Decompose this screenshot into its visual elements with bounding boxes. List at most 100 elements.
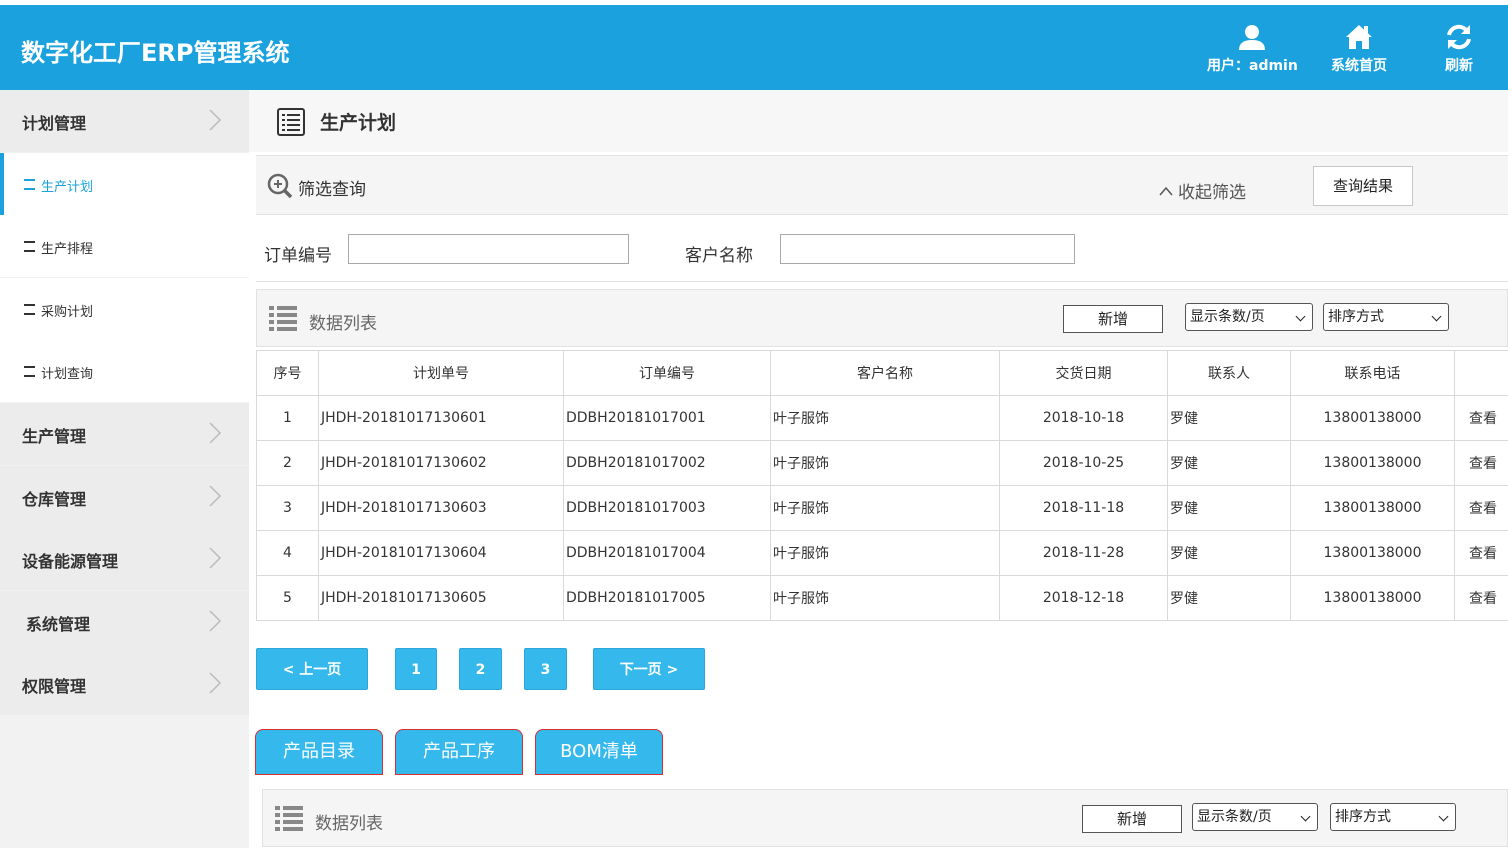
chevron-down-icon: [1300, 811, 1311, 822]
sidebar-item-plan-query[interactable]: 计划查询: [0, 340, 249, 402]
chevron-down-icon: [1295, 311, 1306, 322]
cell-customer: 叶子服饰: [770, 485, 1000, 531]
chevron-right-icon: [209, 485, 222, 507]
filter-title: 筛选查询: [298, 180, 366, 200]
customer-name-label: 客户名称: [685, 246, 753, 266]
sidebar-group-label: 仓库管理: [22, 490, 87, 509]
user-icon: [1239, 25, 1266, 50]
app-header: 数字化工厂ERP管理系统 用户：admin 系统首页 刷新: [0, 5, 1508, 90]
data-list-bar-2: 数据列表 新增 显示条数/页 排序方式: [262, 789, 1508, 847]
cell-order-no: DDBH20181017001: [563, 395, 771, 441]
refresh-icon: [1447, 24, 1471, 50]
tab-product-process[interactable]: 产品工序: [395, 729, 523, 775]
sidebar-item-production-schedule[interactable]: 生产排程: [0, 215, 249, 277]
sidebar-group-label: 系统管理: [26, 615, 91, 634]
sidebar-group-permission[interactable]: 权限管理: [0, 653, 249, 715]
cell-customer: 叶子服饰: [770, 395, 1000, 441]
column-header: [1454, 350, 1508, 396]
home-button[interactable]: 系统首页: [1331, 23, 1387, 75]
add-button[interactable]: 新增: [1063, 305, 1163, 333]
chevron-right-icon: [209, 422, 222, 444]
column-header: 联系电话: [1290, 350, 1455, 396]
zoom-in-icon: [267, 173, 293, 199]
sidebar-group-production[interactable]: 生产管理: [0, 403, 249, 465]
cell-phone: 13800138000: [1290, 485, 1455, 531]
tab-bom-list[interactable]: BOM清单: [535, 729, 663, 775]
sidebar-item-production-plan[interactable]: 生产计划: [0, 153, 249, 215]
collapse-filter-toggle[interactable]: 收起筛选: [1159, 178, 1246, 203]
customer-name-input[interactable]: [780, 234, 1075, 264]
prev-page-button[interactable]: < 上一页: [256, 648, 368, 690]
table-row: 4 JHDH-20181017130604 DDBH20181017004 叶子…: [256, 530, 1508, 576]
cell-contact: 罗健: [1167, 485, 1291, 531]
sidebar-item-purchase-plan[interactable]: 采购计划: [0, 278, 249, 340]
tab-product-catalog[interactable]: 产品目录: [255, 729, 383, 775]
production-plan-table: 序号 计划单号 订单编号 客户名称 交货日期 联系人 联系电话 1 JHDH-2…: [256, 350, 1508, 621]
page-2-button[interactable]: 2: [459, 648, 502, 690]
sort-select-value: 排序方式: [1335, 809, 1391, 825]
chevron-down-icon: [1431, 311, 1442, 322]
view-link[interactable]: 查看: [1454, 530, 1508, 576]
view-link[interactable]: 查看: [1454, 485, 1508, 531]
add-button[interactable]: 新增: [1082, 805, 1182, 833]
page-size-select-value: 显示条数/页: [1197, 809, 1272, 825]
table-header-row: 序号 计划单号 订单编号 客户名称 交货日期 联系人 联系电话: [256, 350, 1508, 396]
cell-no: 2: [256, 440, 319, 486]
sidebar-group-equipment-energy[interactable]: 设备能源管理: [0, 528, 249, 590]
page-header: 生产计划: [249, 90, 1508, 152]
sort-select[interactable]: 排序方式: [1323, 303, 1449, 331]
cell-delivery-date: 2018-10-18: [999, 395, 1168, 441]
cell-customer: 叶子服饰: [770, 440, 1000, 486]
column-header: 联系人: [1167, 350, 1291, 396]
sidebar-group-system[interactable]: 系统管理: [0, 591, 249, 653]
sidebar-group-label: 权限管理: [22, 677, 87, 696]
page-size-select[interactable]: 显示条数/页: [1192, 803, 1318, 831]
order-no-label: 订单编号: [264, 246, 332, 266]
next-page-button[interactable]: 下一页 >: [593, 648, 705, 690]
page-size-select[interactable]: 显示条数/页: [1185, 303, 1313, 331]
table-row: 3 JHDH-20181017130603 DDBH20181017003 叶子…: [256, 485, 1508, 531]
cell-customer: 叶子服饰: [770, 530, 1000, 576]
document-list-icon: [277, 108, 305, 136]
cell-plan-no: JHDH-20181017130601: [318, 395, 564, 441]
refresh-button[interactable]: 刷新: [1445, 23, 1473, 75]
view-link[interactable]: 查看: [1454, 440, 1508, 486]
chevron-right-icon: [209, 547, 222, 569]
data-list-title: 数据列表: [315, 814, 383, 834]
list-icon: [269, 306, 297, 331]
cell-order-no: DDBH20181017002: [563, 440, 771, 486]
page-title: 生产计划: [320, 112, 397, 134]
chevron-right-icon: [209, 672, 222, 694]
sidebar-item-label: 计划查询: [24, 363, 93, 382]
sort-select[interactable]: 排序方式: [1330, 803, 1456, 831]
app-title: 数字化工厂ERP管理系统: [21, 39, 290, 67]
active-indicator: [0, 153, 4, 215]
view-link[interactable]: 查看: [1454, 395, 1508, 441]
list-icon: [275, 806, 303, 831]
chevron-up-icon: [1159, 186, 1173, 196]
cell-plan-no: JHDH-20181017130604: [318, 530, 564, 576]
sidebar: 计划管理 生产计划 生产排程 采购计划 计划查询 生产管理 仓库管理 设备能源管…: [0, 90, 249, 848]
chevron-right-icon: [209, 610, 222, 632]
data-list-bar: 数据列表 新增 显示条数/页 排序方式: [256, 289, 1508, 347]
page-1-button[interactable]: 1: [395, 648, 437, 690]
sidebar-group-warehouse[interactable]: 仓库管理: [0, 466, 249, 528]
cell-contact: 罗健: [1167, 575, 1291, 621]
cell-delivery-date: 2018-11-18: [999, 485, 1168, 531]
data-list-title: 数据列表: [309, 314, 377, 334]
main-content: 生产计划 筛选查询 收起筛选 查询结果 订单编号 客户名称 数据列表 新增 显示…: [249, 90, 1508, 848]
sidebar-group-plan[interactable]: 计划管理: [0, 90, 249, 152]
cell-contact: 罗健: [1167, 440, 1291, 486]
user-button[interactable]: 用户：admin: [1207, 23, 1298, 75]
query-results-button[interactable]: 查询结果: [1313, 166, 1413, 206]
cell-phone: 13800138000: [1290, 530, 1455, 576]
chevron-right-icon: [209, 109, 222, 131]
cell-phone: 13800138000: [1290, 395, 1455, 441]
sidebar-group-label: 计划管理: [22, 114, 87, 133]
page-3-button[interactable]: 3: [524, 648, 567, 690]
home-icon: [1346, 25, 1372, 49]
view-link[interactable]: 查看: [1454, 575, 1508, 621]
page-size-select-value: 显示条数/页: [1190, 309, 1265, 325]
cell-no: 3: [256, 485, 319, 531]
order-no-input[interactable]: [348, 234, 629, 264]
